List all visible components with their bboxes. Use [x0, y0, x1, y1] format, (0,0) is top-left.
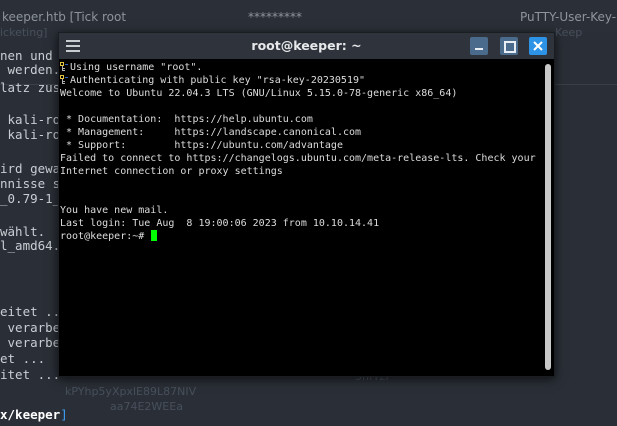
background-line: nnisse s	[0, 176, 61, 191]
background-line: et ...	[0, 351, 46, 366]
terminal-line-text: Using username "root".	[70, 62, 203, 73]
background-tab[interactable]: PuTTY-User-Key-	[520, 10, 616, 24]
background-line: eitet ..	[0, 304, 61, 319]
terminal-scrollbar[interactable]	[545, 64, 551, 370]
background-line: kali-ro	[0, 127, 61, 142]
background-prompt-path: x/keeper	[0, 407, 61, 422]
terminal-line: Internet connection or proxy settings	[60, 165, 542, 178]
key-icon	[60, 75, 68, 84]
terminal-line-text: Welcome to Ubuntu 22.04.3 LTS (GNU/Linux…	[60, 88, 458, 99]
background-prompt-bracket: ]	[60, 407, 68, 422]
terminal-line: * Management: https://landscape.canonica…	[60, 126, 542, 139]
key-icon	[60, 62, 68, 71]
terminal-line-text: * Management: https://landscape.canonica…	[60, 127, 362, 138]
maximize-icon[interactable]	[500, 37, 518, 55]
background-line: wählt.	[0, 224, 46, 239]
background-line: _0.79-1_	[0, 191, 61, 206]
putty-window[interactable]: root@keeper: ~ Using username "root". Aut…	[58, 32, 555, 377]
background-line: nen und	[0, 48, 53, 63]
terminal-line-text: Last login: Tue Aug 8 19:00:06 2023 from…	[60, 218, 380, 229]
background-line: itet ...	[0, 367, 61, 382]
terminal-line: Last login: Tue Aug 8 19:00:06 2023 from…	[60, 217, 542, 230]
terminal-output[interactable]: Using username "root". Authenticating wit…	[60, 61, 542, 373]
terminal-line: Authenticating with public key "rsa-key-…	[60, 74, 542, 87]
background-prompt: x/keeper]	[0, 407, 68, 422]
terminal-line-text: Internet connection or proxy settings	[60, 166, 283, 177]
background-line: l_amd64.	[0, 238, 61, 253]
terminal-prompt-line[interactable]: root@keeper:~#	[60, 230, 542, 243]
terminal-prompt: root@keeper:~#	[60, 231, 151, 242]
terminal-cursor	[151, 230, 158, 241]
terminal-line: Failed to connect to https://changelogs.…	[60, 152, 542, 165]
window-titlebar[interactable]: root@keeper: ~	[59, 33, 554, 59]
background-line: ird gewa	[0, 161, 61, 176]
background-faint-line: Keep	[555, 26, 583, 39]
background-tab[interactable]: keeper.htb [Tick root	[2, 10, 126, 24]
scrollbar-thumb[interactable]	[545, 64, 551, 370]
background-faint-line: kPYhp5yXpxlE89L87NIV	[65, 385, 197, 398]
terminal-line-text: Failed to connect to https://changelogs.…	[60, 153, 536, 164]
background-line: kali-ro	[0, 112, 61, 127]
terminal-line: * Support: https://ubuntu.com/advantage	[60, 139, 542, 152]
terminal-line: Welcome to Ubuntu 22.04.3 LTS (GNU/Linux…	[60, 87, 542, 100]
background-tab-bar: keeper.htb [Tick root ********* PuTTY-Us…	[0, 0, 617, 32]
close-icon[interactable]	[529, 37, 547, 55]
background-line: verarbe	[0, 335, 61, 350]
background-faint-line: icketing]	[0, 26, 48, 39]
background-faint-line: aa74E2WEEa	[110, 400, 183, 413]
background-tab[interactable]: *********	[248, 10, 302, 24]
terminal-line: Using username "root".	[60, 61, 542, 74]
terminal-line: You have new mail.	[60, 204, 542, 217]
background-line: latz zus	[0, 80, 61, 95]
minimize-icon[interactable]	[470, 37, 488, 55]
terminal-line-text: Authenticating with public key "rsa-key-…	[70, 75, 366, 86]
background-line: verarbe	[0, 320, 61, 335]
terminal-line-text: You have new mail.	[60, 205, 169, 216]
terminal-line: * Documentation: https://help.ubuntu.com	[60, 113, 542, 126]
background-line: werden.	[0, 62, 61, 77]
terminal-line-text: * Support: https://ubuntu.com/advantage	[60, 140, 343, 151]
terminal-line-text: * Documentation: https://help.ubuntu.com	[60, 114, 313, 125]
